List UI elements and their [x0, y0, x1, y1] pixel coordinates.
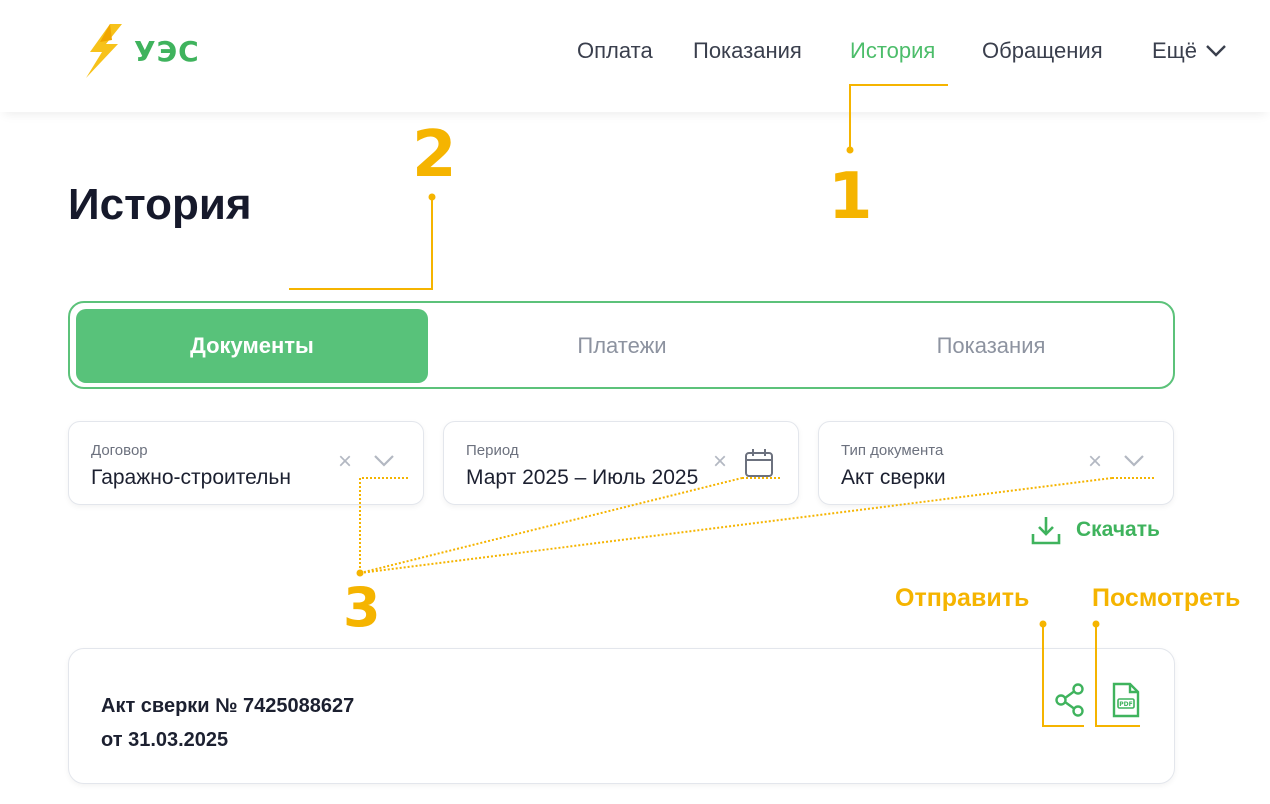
annotation-label-send: Отправить: [895, 584, 1030, 612]
period-select[interactable]: Период Март 2025 – Июль 2025 ×: [443, 421, 799, 505]
document-title: Акт сверки № 7425088627 от 31.03.2025: [101, 689, 354, 757]
chevron-down-icon[interactable]: [1123, 454, 1145, 468]
clear-icon[interactable]: ×: [710, 450, 730, 474]
nav-item-more[interactable]: Ещё: [1152, 38, 1227, 64]
calendar-icon[interactable]: [744, 448, 774, 478]
nav-item-readings[interactable]: Показания: [693, 38, 802, 64]
top-header: УЭС Оплата Показания История Обращения Е…: [0, 0, 1270, 112]
annotation-number-1: 1: [828, 160, 873, 234]
document-card[interactable]: Акт сверки № 7425088627 от 31.03.2025 PD…: [68, 648, 1175, 784]
doc-type-select[interactable]: Тип документа Акт сверки ×: [818, 421, 1174, 505]
tab-payments[interactable]: Платежи: [442, 309, 802, 383]
download-icon: [1031, 517, 1061, 545]
nav-item-requests[interactable]: Обращения: [982, 38, 1103, 64]
period-label: Период: [466, 442, 519, 459]
doc-type-value: Акт сверки: [841, 466, 946, 489]
annotation-number-3: 3: [343, 576, 381, 639]
pdf-file-icon[interactable]: PDF: [1111, 681, 1141, 719]
logo-text: УЭС: [134, 34, 200, 68]
contract-label: Договор: [91, 442, 148, 459]
page-title: История: [68, 180, 252, 229]
chevron-down-icon[interactable]: [373, 454, 395, 468]
svg-text:PDF: PDF: [1119, 701, 1132, 708]
history-tabs: Документы Платежи Показания: [68, 301, 1175, 389]
contract-select[interactable]: Договор Гаражно-строительн ×: [68, 421, 424, 505]
contract-value: Гаражно-строительн: [91, 466, 291, 489]
tab-readings[interactable]: Показания: [815, 309, 1167, 383]
annotation-number-2: 2: [412, 118, 457, 192]
share-icon[interactable]: [1055, 683, 1085, 717]
chevron-down-icon: [1206, 45, 1226, 57]
period-value: Март 2025 – Июль 2025: [466, 466, 699, 489]
download-button[interactable]: Скачать: [1030, 514, 1160, 546]
nav-item-history[interactable]: История: [850, 38, 935, 64]
document-number: Акт сверки № 7425088627: [101, 695, 355, 717]
clear-icon[interactable]: ×: [1085, 450, 1105, 474]
logo[interactable]: УЭС: [82, 22, 200, 80]
annotation-label-view: Посмотреть: [1092, 584, 1241, 612]
lightning-logo-icon: [86, 24, 122, 78]
doc-type-label: Тип документа: [841, 442, 944, 459]
nav-more-label: Ещё: [1152, 38, 1198, 63]
document-date: от 31.03.2025: [101, 729, 229, 751]
nav-item-payment[interactable]: Оплата: [577, 38, 653, 64]
clear-icon[interactable]: ×: [335, 450, 355, 474]
tab-documents[interactable]: Документы: [76, 309, 428, 383]
download-label: Скачать: [1076, 518, 1160, 541]
